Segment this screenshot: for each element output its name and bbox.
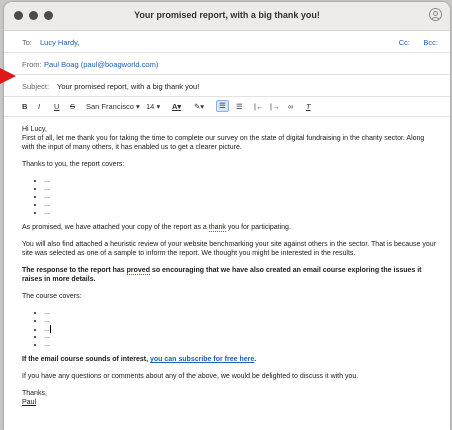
list-item: ... — [44, 193, 436, 201]
list-item: ... — [44, 201, 436, 209]
cc-button[interactable]: Cc: — [399, 38, 410, 47]
outdent-icon: |← — [254, 102, 264, 111]
grammar-flagged-word[interactable]: proved — [126, 267, 150, 275]
annotation-arrow-icon — [0, 68, 16, 84]
format-toolbar: B I U S San Francisco ▾ 14 ▾ A▾ ✎▾ ☰ ☰ |… — [4, 97, 450, 117]
numbered-list-icon: ☰ — [236, 102, 243, 111]
italic-button[interactable]: I — [38, 102, 40, 111]
signature: Thanks, Paul — [22, 389, 436, 407]
list-item: ... — [44, 325, 436, 333]
course-paragraph: The response to the report has proved so… — [22, 266, 436, 284]
text-run: If the email course sounds of interest, — [22, 356, 150, 363]
list-item: ... — [44, 333, 436, 341]
closing-paragraph: If you have any questions or comments ab… — [22, 373, 359, 380]
window-title: Your promised report, with a big thank y… — [134, 10, 320, 20]
text-run: . — [254, 356, 257, 363]
chevron-down-icon: ▾ — [156, 102, 161, 111]
to-field[interactable]: To: Lucy Hardy, Cc: Bcc: — [4, 31, 450, 53]
text-cursor — [49, 325, 51, 333]
underline-button[interactable]: U — [54, 102, 59, 111]
report-topics-list: ... ... ... ... ... — [22, 177, 436, 217]
numbered-list-button[interactable]: ☰ — [236, 102, 243, 111]
insert-link-button[interactable]: ∞ — [288, 102, 293, 111]
from-field[interactable]: From: Paul Boag (paul@boagworld.com) — [4, 53, 450, 75]
subject-value[interactable]: Your promised report, with a big thank y… — [57, 82, 199, 91]
signature-name: Paul — [22, 399, 37, 406]
strikethrough-button[interactable]: S — [70, 102, 75, 111]
text-run: The response to the report has — [22, 267, 127, 274]
list-item: ... — [44, 209, 436, 217]
list-item: ... — [44, 177, 436, 185]
course-topics-list: ... ... ... ... ... — [22, 309, 436, 349]
indent-icon: |→ — [270, 102, 280, 111]
text-color-button[interactable]: A▾ — [172, 102, 181, 111]
from-label: From: — [22, 60, 42, 69]
list-item: ... — [44, 317, 436, 325]
font-size-select[interactable]: 14 ▾ — [146, 102, 160, 111]
report-covers-intro: Thanks to you, the report covers: — [22, 161, 125, 168]
message-body[interactable]: Hi Lucy, First of all, let me thank you … — [4, 117, 450, 407]
from-value[interactable]: Paul Boag (paul@boagworld.com) — [44, 60, 158, 69]
list-item: ... — [44, 309, 436, 317]
highlight-button[interactable]: ✎▾ — [194, 102, 204, 111]
chevron-down-icon: ▾ — [177, 102, 182, 111]
greeting: Hi Lucy, — [22, 126, 47, 133]
review-paragraph: You will also find attached a heuristic … — [22, 241, 437, 257]
to-label: To: — [22, 38, 33, 47]
clear-formatting-button[interactable]: T — [306, 102, 311, 111]
bulleted-list-button[interactable]: ☰ — [216, 100, 229, 112]
list-item: ... — [44, 185, 436, 193]
font-size-value: 14 — [146, 102, 155, 111]
to-recipient[interactable]: Lucy Hardy, — [40, 38, 79, 47]
bcc-button[interactable]: Bcc: — [423, 38, 438, 47]
link-icon: ∞ — [288, 102, 294, 111]
bold-button[interactable]: B — [22, 102, 27, 111]
bulleted-list-icon: ☰ — [219, 101, 226, 110]
course-covers-intro: The course covers: — [22, 293, 82, 300]
chevron-down-icon: ▾ — [200, 102, 205, 111]
font-family-select[interactable]: San Francisco ▾ — [86, 102, 140, 111]
intro-paragraph: First of all, let me thank you for takin… — [22, 135, 425, 151]
font-family-value: San Francisco — [86, 102, 134, 111]
greeting-and-intro: Hi Lucy, First of all, let me thank you … — [22, 125, 436, 152]
text-run: you for participating. — [225, 224, 291, 231]
title-bar: Your promised report, with a big thank y… — [4, 2, 450, 31]
chevron-down-icon: ▾ — [136, 102, 140, 111]
subscribe-paragraph: If the email course sounds of interest, … — [22, 355, 436, 364]
list-item: ... — [44, 341, 436, 349]
signoff: Thanks, — [22, 390, 47, 397]
grammar-flagged-word[interactable]: thank — [208, 224, 226, 232]
subject-field[interactable]: Subject: Your promised report, with a bi… — [4, 75, 450, 97]
outdent-button[interactable]: |← — [254, 102, 263, 111]
contact-icon[interactable] — [429, 8, 442, 21]
clear-formatting-icon: T — [306, 102, 311, 111]
mail-compose-window: Your promised report, with a big thank y… — [4, 2, 450, 430]
subscribe-link[interactable]: you can subscribe for free here — [150, 356, 254, 363]
indent-button[interactable]: |→ — [270, 102, 279, 111]
attachment-paragraph: As promised, we have attached your copy … — [22, 223, 436, 232]
subject-label: Subject: — [22, 82, 50, 91]
text-run: As promised, we have attached your copy … — [22, 224, 209, 231]
